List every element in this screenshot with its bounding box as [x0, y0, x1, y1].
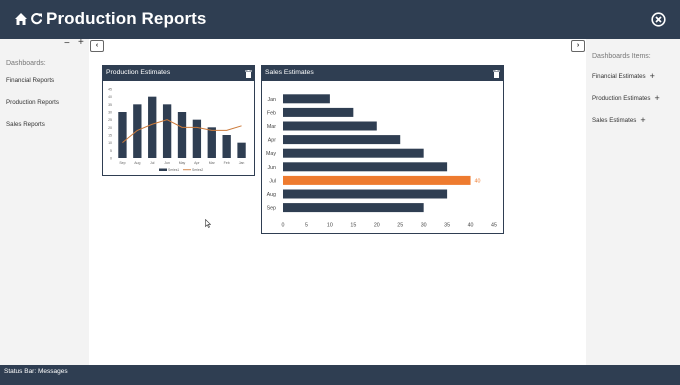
sales-estimates-widget[interactable]: Sales Estimates Jan Feb Mar Apr May Jun Jul 40 A… [261, 65, 504, 234]
dashboard-items-panel: Dashboards Items: Financial Estimates + P… [586, 39, 680, 365]
x-tick-label: 45 [491, 222, 497, 228]
x-tick-label: 25 [397, 222, 403, 228]
dashboards-heading: Dashboards: [6, 60, 46, 67]
x-tick-label: 5 [305, 222, 308, 228]
y-tick-label: Jan [267, 97, 276, 103]
x-tick-label: 0 [282, 222, 285, 228]
x-tick-label: 40 [468, 222, 474, 228]
y-tick-label: 40 [108, 95, 112, 99]
dashboard-item-production-reports[interactable]: Production Reports [6, 99, 59, 106]
bar [133, 104, 142, 158]
dashboard-item-production-estimates[interactable]: Production Estimates + [592, 93, 660, 103]
x-tick-label: 35 [444, 222, 450, 228]
sales-chart: Jan Feb Mar Apr May Jun Jul 40 Aug Sep 0 5 10 15 20 25 3… [266, 94, 497, 228]
y-tick-label: Aug [267, 192, 276, 198]
y-tick-label: Mar [267, 124, 276, 130]
y-tick-label: 15 [108, 134, 112, 138]
x-tick-label: 30 [421, 222, 427, 228]
bar [283, 162, 448, 172]
bar [283, 94, 330, 104]
x-tick-label: Mar [209, 161, 216, 165]
y-tick-label: 45 [108, 88, 112, 92]
legend-label: Series1 [168, 168, 179, 172]
x-tick-label: Jan [239, 161, 245, 165]
y-tick-label: 25 [108, 118, 112, 122]
home-icon[interactable] [14, 12, 28, 26]
bar [237, 142, 246, 158]
status-bar: Status Bar: Messages [0, 365, 680, 385]
dashboard-item-sales-estimates[interactable]: Sales Estimates + [592, 115, 646, 125]
chevron-left-icon: ‹ [95, 42, 99, 49]
bar [283, 121, 377, 131]
bar [283, 107, 354, 117]
bar [283, 203, 424, 213]
item-label: Financial Estimates [592, 73, 646, 80]
y-tick-label: May [266, 151, 276, 157]
collapse-left-button[interactable]: ‹ [90, 40, 104, 52]
widget-title: Sales Estimates [262, 66, 503, 81]
chevron-right-icon: › [576, 42, 580, 49]
legend-swatch [183, 169, 191, 171]
y-tick-label: 5 [110, 149, 112, 153]
x-tick-label: Apr [194, 161, 200, 165]
bar [283, 175, 471, 185]
widget-title: Production Estimates [103, 66, 254, 81]
production-chart: 0 5 10 15 20 25 30 35 40 45 Sep Aug Jul Jun May Apr Mar F… [108, 88, 246, 172]
y-tick-label: 35 [108, 103, 112, 107]
y-tick-label: 20 [108, 126, 112, 130]
x-tick-label: May [179, 161, 186, 165]
x-tick-label: Feb [224, 161, 230, 165]
bar [177, 112, 187, 158]
bar [222, 135, 231, 158]
y-tick-label: 0 [110, 157, 112, 161]
item-label: Sales Estimates [592, 117, 637, 124]
bar [283, 189, 448, 199]
dashboard-item-financial-estimates[interactable]: Financial Estimates + [592, 71, 655, 81]
bar [148, 96, 157, 158]
x-tick-label: 20 [374, 222, 380, 228]
zoom-out-button[interactable]: − [64, 39, 70, 49]
data-label: 40 [475, 178, 481, 184]
bar [283, 135, 401, 145]
x-tick-label: 10 [327, 222, 333, 228]
y-tick-label: Feb [267, 110, 276, 116]
add-icon[interactable]: + [640, 115, 645, 125]
app-header: Production Reports [0, 0, 680, 39]
dashboard-items-heading: Dashboards Items: [592, 53, 651, 60]
dashboards-panel: Dashboards: Financial Reports Production… [0, 39, 89, 365]
x-tick-label: Jul [150, 161, 155, 165]
dashboard-item-financial-reports[interactable]: Financial Reports [6, 77, 54, 84]
refresh-icon[interactable] [30, 12, 43, 25]
bar [192, 119, 202, 158]
add-icon[interactable]: + [654, 93, 659, 103]
mouse-cursor-icon [205, 219, 211, 228]
trash-icon[interactable] [245, 70, 252, 78]
x-tick-label: Aug [134, 161, 140, 165]
page-title: Production Reports [46, 9, 207, 28]
legend-label: Series2 [192, 168, 203, 172]
zoom-in-button[interactable]: + [78, 38, 84, 48]
legend-swatch [159, 168, 167, 171]
y-tick-label: Jul [269, 178, 276, 184]
collapse-right-button[interactable]: › [571, 40, 585, 52]
x-tick-label: Jun [164, 161, 170, 165]
y-tick-label: Apr [268, 138, 276, 144]
y-tick-label: 30 [108, 111, 112, 115]
bar [207, 127, 216, 158]
bar [162, 104, 172, 158]
trash-icon[interactable] [493, 70, 500, 78]
production-estimates-widget[interactable]: Production Estimates 0 5 10 15 20 25 30 35 40 45 S… [102, 65, 255, 176]
y-tick-label: Jun [267, 165, 276, 171]
bar [118, 112, 127, 158]
add-icon[interactable]: + [650, 71, 655, 81]
y-tick-label: Sep [267, 206, 276, 212]
item-label: Production Estimates [592, 95, 651, 102]
x-tick-label: Sep [119, 161, 125, 165]
x-tick-label: 15 [350, 222, 356, 228]
dashboard-item-sales-reports[interactable]: Sales Reports [6, 121, 45, 128]
close-circle-icon[interactable] [651, 12, 666, 27]
bar [283, 148, 424, 158]
y-tick-label: 10 [108, 141, 112, 145]
